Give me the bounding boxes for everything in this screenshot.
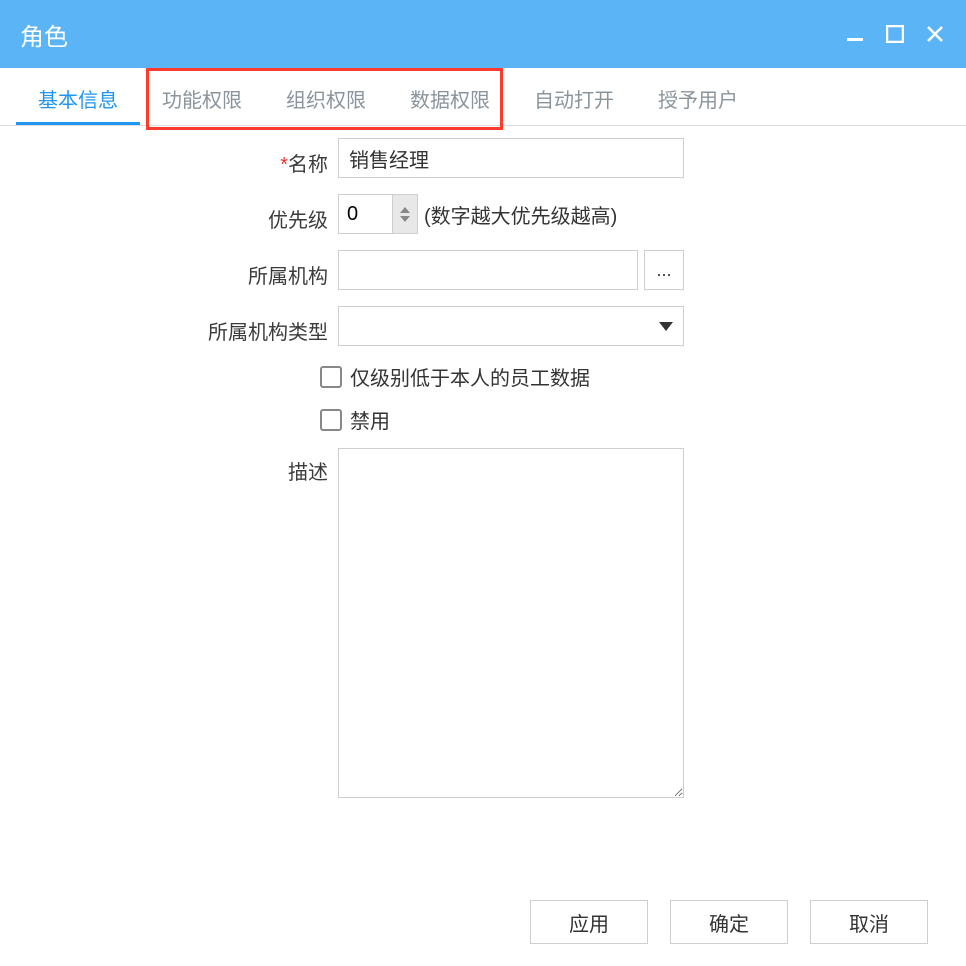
tab-org[interactable]: 组织权限 — [264, 68, 388, 125]
disabled-label[interactable]: 禁用 — [350, 405, 390, 434]
tab-auto[interactable]: 自动打开 — [512, 68, 636, 125]
window-title: 角色 — [20, 17, 844, 52]
window-controls — [844, 23, 946, 45]
chevron-up-icon — [400, 207, 410, 213]
minimize-button[interactable] — [844, 23, 866, 45]
form-area: *名称 优先级 (数字越大优先级越高) 所属机构 — [0, 126, 966, 892]
lower-only-label[interactable]: 仅级别低于本人的员工数据 — [350, 362, 590, 391]
org-browse-button[interactable]: ... — [644, 250, 684, 290]
desc-textarea[interactable] — [338, 448, 684, 798]
org-label: 所属机构 — [18, 252, 338, 289]
name-label: *名称 — [18, 140, 338, 177]
tab-data[interactable]: 数据权限 — [388, 68, 512, 125]
org-type-select[interactable] — [338, 306, 684, 346]
name-label-text: 名称 — [288, 154, 328, 176]
close-button[interactable] — [924, 23, 946, 45]
titlebar: 角色 — [0, 0, 966, 68]
name-input[interactable] — [338, 138, 684, 178]
ok-button[interactable]: 确定 — [670, 900, 788, 944]
required-mark: * — [280, 154, 288, 176]
apply-button[interactable]: 应用 — [530, 900, 648, 944]
org-type-value — [349, 316, 659, 336]
tab-func[interactable]: 功能权限 — [140, 68, 264, 125]
cancel-button[interactable]: 取消 — [810, 900, 928, 944]
lower-only-checkbox[interactable] — [320, 366, 342, 388]
priority-input[interactable] — [338, 194, 392, 234]
org-input[interactable] — [338, 250, 638, 290]
role-dialog: 角色 基本信息 功能权限 组织权限 数据权限 自动打开 授予用户 *名称 — [0, 0, 966, 966]
maximize-button[interactable] — [884, 23, 906, 45]
priority-stepper[interactable] — [392, 194, 418, 234]
desc-label: 描述 — [18, 448, 338, 485]
tab-grant[interactable]: 授予用户 — [636, 68, 760, 125]
caret-down-icon — [659, 322, 673, 331]
disabled-checkbox[interactable] — [320, 409, 342, 431]
tab-bar: 基本信息 功能权限 组织权限 数据权限 自动打开 授予用户 — [0, 68, 966, 126]
dialog-footer: 应用 确定 取消 — [0, 892, 966, 966]
priority-hint: (数字越大优先级越高) — [424, 200, 617, 229]
org-type-label: 所属机构类型 — [18, 308, 338, 345]
chevron-down-icon — [400, 216, 410, 222]
tab-basic[interactable]: 基本信息 — [16, 68, 140, 125]
priority-label: 优先级 — [18, 196, 338, 233]
